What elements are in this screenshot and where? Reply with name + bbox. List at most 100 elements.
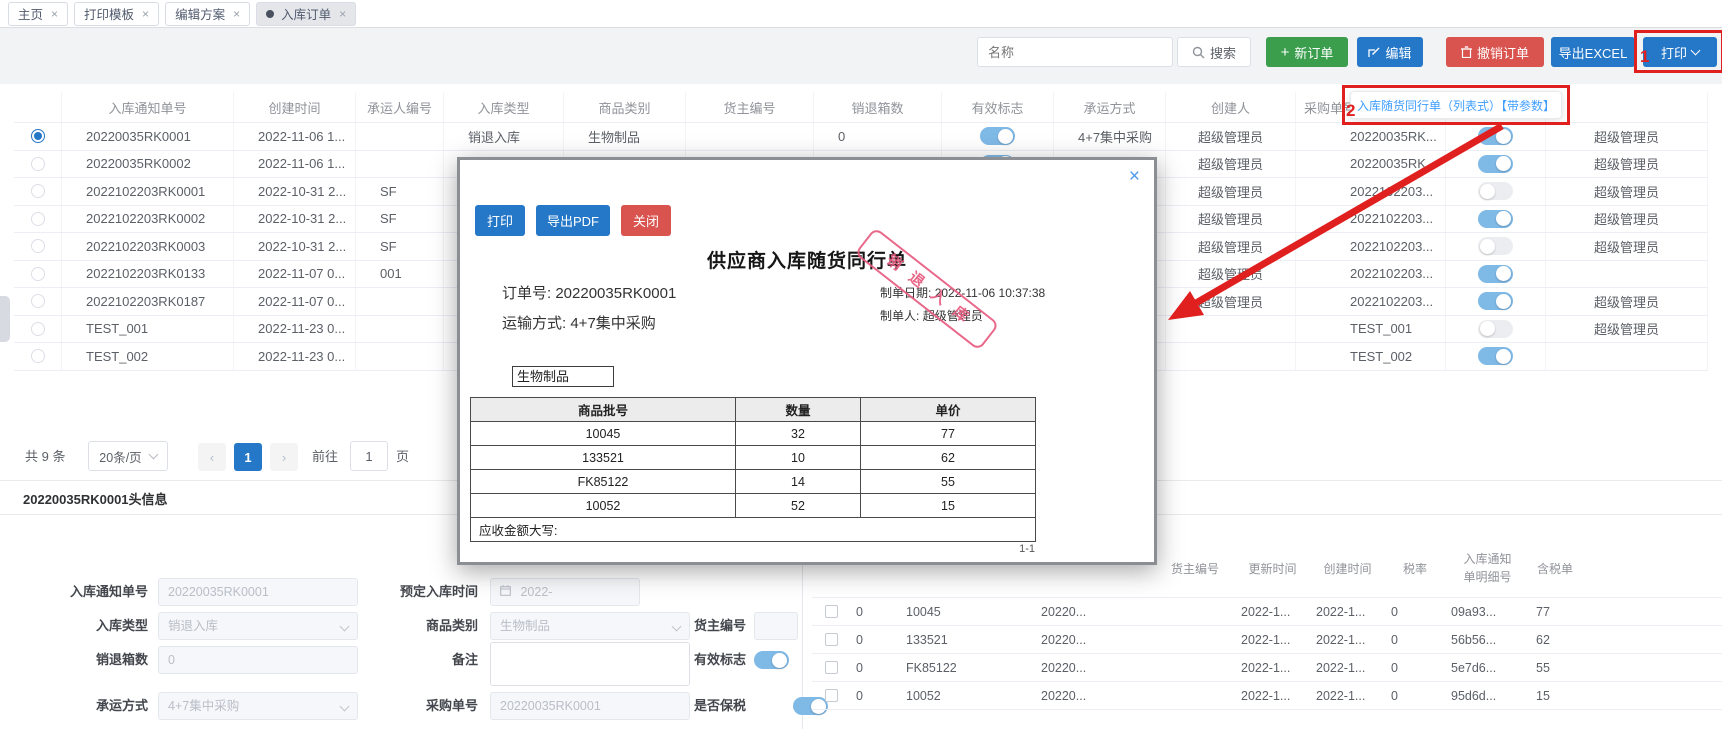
tab-close-icon[interactable]: × (339, 7, 346, 21)
cell-notice: TEST_001 (62, 315, 234, 342)
valid-flag-toggle[interactable] (754, 651, 789, 669)
edit-button[interactable]: 编辑 (1357, 37, 1423, 67)
cell-po: 2022102203... (1296, 205, 1446, 232)
cell-creator: 超级管理员 (1166, 233, 1296, 260)
flag-toggle[interactable] (1478, 264, 1513, 283)
detail-cell: 0 (1391, 604, 1398, 619)
detail-cell: 2022-1... (1316, 660, 1366, 675)
print-button[interactable]: 打印 (1643, 37, 1717, 67)
row-checkbox[interactable] (824, 605, 838, 618)
notice-no-field[interactable]: 20220035RK0001 (158, 578, 358, 606)
cell-po: 2022102203... (1296, 260, 1446, 287)
search-button[interactable]: 搜索 (1177, 37, 1251, 67)
radio-cell (14, 123, 62, 150)
detail-cell: 20220... (1041, 604, 1087, 619)
row-radio[interactable] (30, 294, 45, 309)
modal-close-button[interactable]: 关闭 (621, 205, 671, 236)
row-radio[interactable] (30, 129, 45, 144)
row-radio[interactable] (30, 184, 45, 199)
return-boxes-field[interactable]: 0 (158, 646, 358, 674)
row-checkbox[interactable] (824, 661, 838, 674)
cell-admin (1546, 260, 1708, 287)
planned-time-value: 2022- (520, 585, 553, 599)
valid-toggle[interactable] (980, 127, 1015, 146)
cell-created: 2022-11-23 0... (234, 315, 356, 342)
prev-page-button[interactable]: ‹ (198, 443, 226, 471)
owner-no-field[interactable] (754, 612, 798, 640)
detail-table-row[interactable]: 0 10052 20220... 2022-1... 2022-1... 0 95d6d..… (812, 682, 1722, 710)
detail-cell: 10052 (906, 688, 941, 703)
flag-toggle[interactable] (1478, 127, 1513, 146)
detail-cell: 2022-1... (1316, 632, 1366, 647)
row-radio[interactable] (30, 156, 45, 171)
sidebar-collapse-handle[interactable] (0, 296, 10, 342)
goto-page-input[interactable] (350, 441, 388, 471)
inbound-type-select[interactable]: 销退入库 (158, 612, 358, 640)
table-row[interactable]: 20220035RK0001 2022-11-06 1... 销退入库 生物制品 0 4+… (14, 123, 1708, 151)
detail-table-row[interactable]: 0 FK85122 20220... 2022-1... 2022-1... 0 5e7d6… (812, 654, 1722, 682)
toggle-knob (1496, 156, 1511, 172)
new-order-button[interactable]: + 新订单 (1266, 37, 1348, 67)
close-icon[interactable]: × (1129, 166, 1140, 188)
page-size-select[interactable]: 20条/页 (88, 441, 168, 471)
print-menu-item-accompanying-list[interactable]: 入库随货同行单（列表式）【带参数】 (1350, 91, 1562, 119)
chevron-down-icon (339, 621, 350, 632)
modal-export-pdf-button[interactable]: 导出PDF (536, 205, 610, 236)
tab-打印模板[interactable]: 打印模板 × (74, 1, 160, 26)
tab-bar: 主页 × 打印模板 × 编辑方案 × 入库订单 × (0, 0, 1722, 28)
row-checkbox[interactable] (824, 689, 838, 702)
flag-toggle[interactable] (1478, 237, 1513, 256)
tab-close-icon[interactable]: × (233, 7, 240, 21)
column-header: 入库通知单号 (62, 92, 234, 122)
flag-toggle[interactable] (1478, 319, 1513, 338)
column-header: 货主编号 (686, 92, 814, 122)
detail-table-row[interactable]: 0 10045 20220... 2022-1... 2022-1... 0 09a93..… (812, 598, 1722, 626)
chevron-down-icon (339, 701, 350, 712)
goods-cell: 15 (860, 493, 1036, 518)
row-radio[interactable] (30, 349, 45, 364)
row-radio[interactable] (30, 321, 45, 336)
goods-row: 133521 10 62 (470, 445, 1036, 470)
header-info-section-title: 20220035RK0001头信息 (23, 492, 168, 507)
goods-footer-row: 应收金额大写: (470, 517, 1036, 542)
planned-time-field[interactable]: 2022- (490, 578, 640, 606)
cell-carrier (356, 288, 444, 315)
detail-cell: 20220... (1041, 632, 1087, 647)
current-page-button[interactable]: 1 (234, 443, 262, 471)
tab-close-icon[interactable]: × (51, 7, 58, 21)
flag-toggle[interactable] (1478, 209, 1513, 228)
radio-cell (14, 178, 62, 205)
edit-label: 编辑 (1385, 45, 1412, 61)
flag-toggle[interactable] (1478, 182, 1513, 201)
tab-入库订单[interactable]: 入库订单 × (256, 1, 357, 26)
column-header: 商品类别 (564, 92, 686, 122)
tab-编辑方案[interactable]: 编辑方案 × (165, 1, 251, 26)
export-excel-button[interactable]: 导出EXCEL (1551, 37, 1635, 67)
category-select[interactable]: 生物制品 (490, 612, 690, 640)
po-no-field[interactable]: 20220035RK0001 (490, 692, 690, 720)
modal-print-button[interactable]: 打印 (475, 205, 525, 236)
remark-textarea[interactable] (490, 642, 690, 686)
carry-mode-select[interactable]: 4+7集中采购 (158, 692, 358, 720)
flag-toggle[interactable] (1478, 292, 1513, 311)
row-radio[interactable] (30, 211, 45, 226)
row-radio[interactable] (30, 239, 45, 254)
detail-table-row[interactable]: 0 133521 20220... 2022-1... 2022-1... 0 56b56.… (812, 626, 1722, 654)
goods-row: 10052 52 15 (470, 493, 1036, 518)
cell-created: 2022-11-07 0... (234, 288, 356, 315)
row-radio[interactable] (30, 266, 45, 281)
row-checkbox[interactable] (824, 633, 838, 646)
flag-toggle[interactable] (1478, 154, 1513, 173)
tab-close-icon[interactable]: × (142, 7, 149, 21)
search-input[interactable] (977, 37, 1173, 67)
valid-flag-label: 有效标志 (693, 652, 746, 667)
cell-admin: 超级管理员 (1546, 205, 1708, 232)
detail-cell: 20220... (1041, 660, 1087, 675)
toggle-knob (1480, 321, 1495, 337)
next-page-button[interactable]: › (270, 443, 298, 471)
tab-主页[interactable]: 主页 × (8, 1, 69, 26)
detail-column-header: 货主编号 (1170, 562, 1219, 576)
flag-toggle[interactable] (1478, 347, 1513, 366)
cell-creator: 超级管理员 (1166, 205, 1296, 232)
cancel-order-button[interactable]: 撤销订单 (1446, 37, 1544, 67)
